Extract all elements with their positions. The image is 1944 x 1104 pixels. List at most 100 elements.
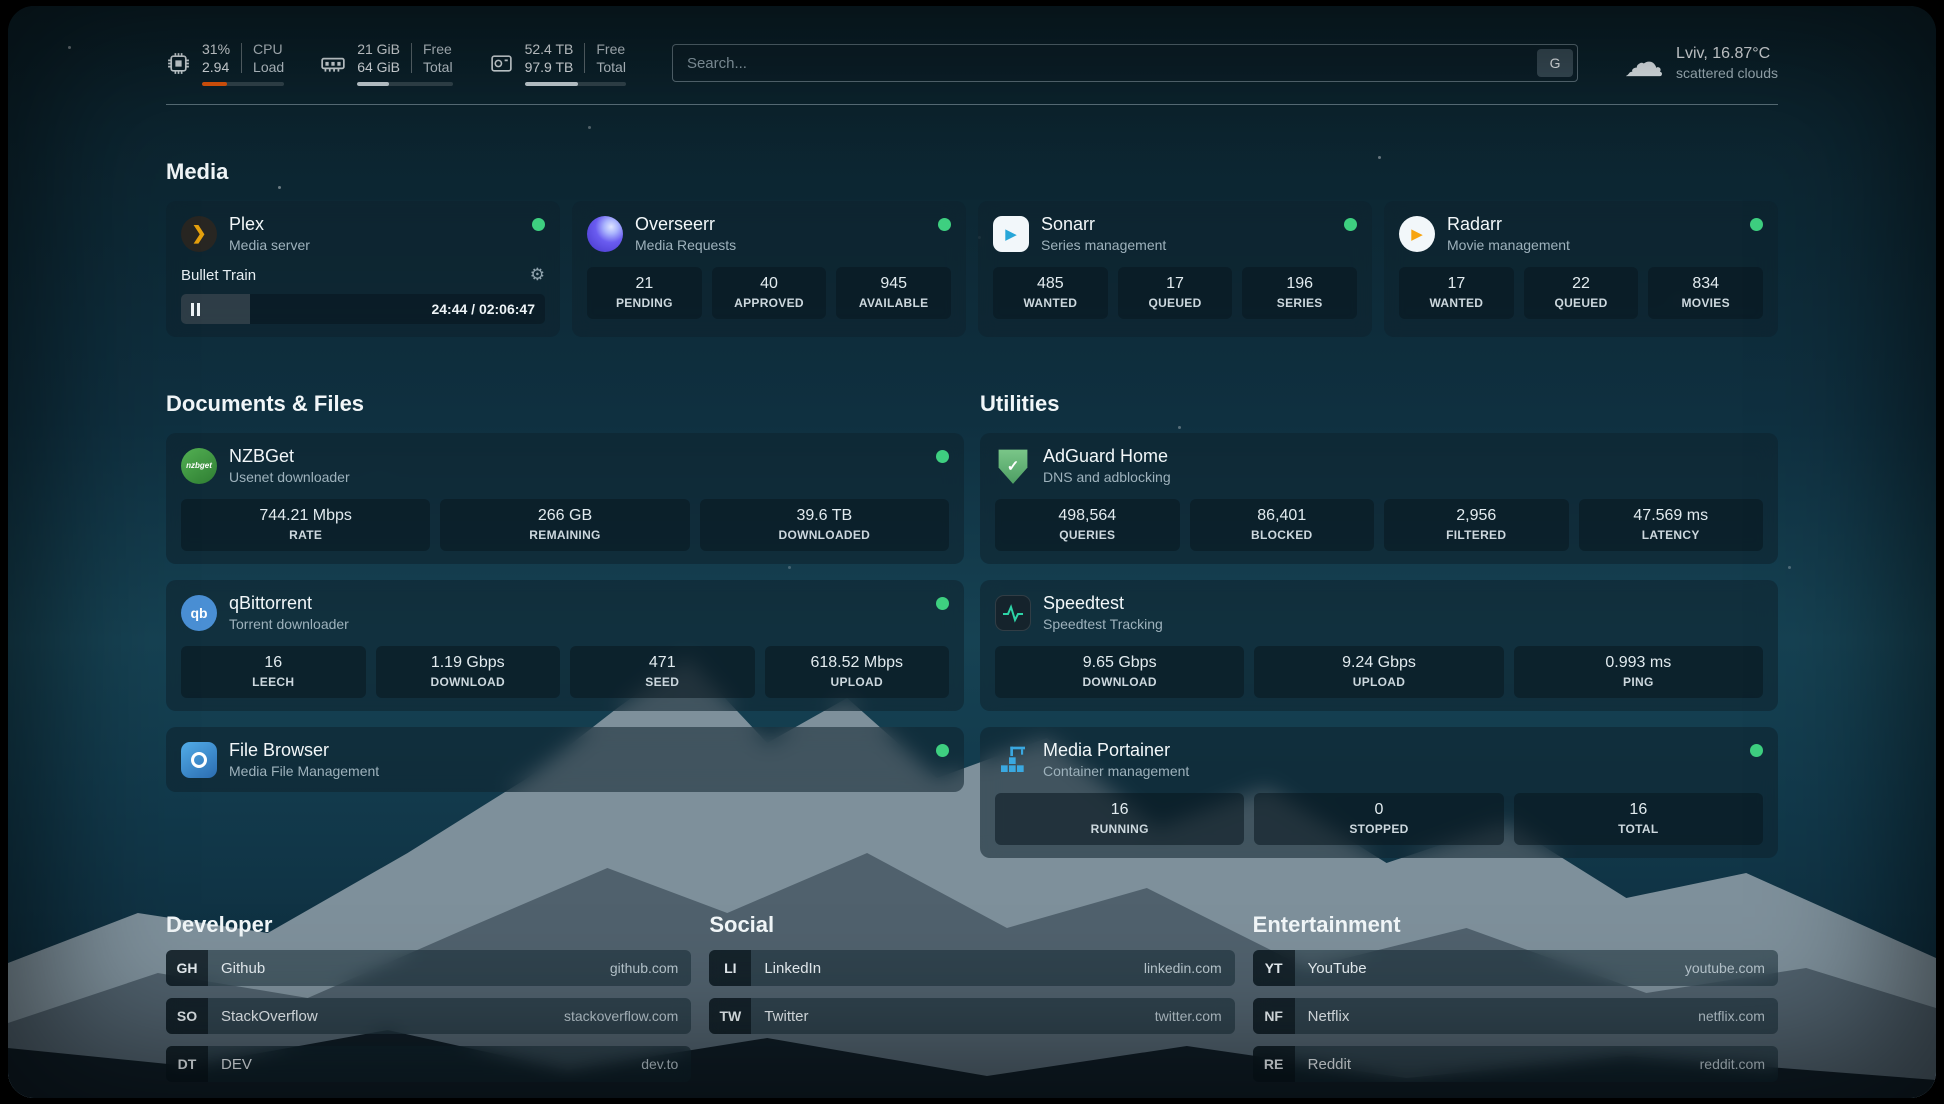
app-card-adguard[interactable]: ✓ AdGuard Home DNS and adblocking 498,56… (980, 433, 1778, 564)
cpu-load-label: Load (253, 58, 284, 76)
app-subtitle: Media Requests (635, 237, 736, 253)
stackoverflow-badge: SO (166, 998, 208, 1034)
cpu-progress-fill (202, 82, 227, 86)
app-card-filebrowser[interactable]: File Browser Media File Management (166, 727, 964, 792)
stat-running: 16 RUNNING (995, 793, 1244, 845)
plex-icon: ❯ (181, 216, 217, 252)
app-name: Plex (229, 214, 310, 235)
stat-download: 1.19 Gbps DOWNLOAD (376, 646, 561, 698)
weather-condition: scattered clouds (1676, 65, 1778, 81)
cpu-load-value: 2.94 (202, 58, 230, 76)
disk-icon (489, 51, 514, 76)
stat-upload: 618.52 Mbps UPLOAD (765, 646, 950, 698)
app-name: Radarr (1447, 214, 1570, 235)
section-title-utilities: Utilities (980, 391, 1778, 417)
disk-free-label: Free (596, 40, 626, 58)
app-card-portainer[interactable]: Media Portainer Container management 16 … (980, 727, 1778, 858)
app-card-speedtest[interactable]: Speedtest Speedtest Tracking 9.65 Gbps D… (980, 580, 1778, 711)
section-title-developer: Developer (166, 912, 691, 938)
speedtest-pulse-icon (995, 595, 1031, 631)
weather-widget: ☁ Lviv, 16.87°C scattered clouds (1624, 43, 1778, 83)
app-subtitle: Torrent downloader (229, 616, 349, 632)
cpu-widget: 31% 2.94 CPU Load (166, 40, 284, 86)
gear-icon[interactable]: ⚙ (530, 265, 545, 285)
link-stackoverflow[interactable]: SO StackOverflow stackoverflow.com (166, 998, 691, 1034)
app-subtitle: Speedtest Tracking (1043, 616, 1163, 632)
memory-icon (320, 50, 346, 76)
app-card-nzbget[interactable]: nzbget NZBGet Usenet downloader 744.21 M… (166, 433, 964, 564)
separator (584, 43, 585, 73)
cpu-icon (166, 51, 191, 76)
cpu-progress-bar (202, 82, 284, 86)
app-subtitle: Container management (1043, 763, 1189, 779)
app-name: qBittorrent (229, 593, 349, 614)
playback-progress-bar[interactable]: 24:44 / 02:06:47 (181, 294, 545, 324)
section-title-entertainment: Entertainment (1253, 912, 1778, 938)
stat-remaining: 266 GB REMAINING (440, 499, 689, 551)
stat-blocked: 86,401 BLOCKED (1190, 499, 1375, 551)
stat-latency: 47.569 ms LATENCY (1579, 499, 1764, 551)
stat-queries: 498,564 QUERIES (995, 499, 1180, 551)
stat-download: 9.65 Gbps DOWNLOAD (995, 646, 1244, 698)
app-name: File Browser (229, 740, 379, 761)
entertainment-column: Entertainment YT YouTube youtube.com NF … (1253, 858, 1778, 1082)
stat-seed: 471 SEED (570, 646, 755, 698)
search-engine-button[interactable]: G (1537, 49, 1573, 77)
developer-column: Developer GH Github github.com SO StackO… (166, 858, 691, 1082)
middle-columns: Documents & Files nzbget NZBGet Usenet d… (166, 337, 1778, 858)
stat-series: 196 SERIES (1242, 267, 1357, 319)
documents-column: Documents & Files nzbget NZBGet Usenet d… (166, 337, 964, 792)
app-name: AdGuard Home (1043, 446, 1171, 467)
memory-free-value: 21 GiB (357, 40, 400, 58)
status-dot (938, 218, 951, 231)
search-input[interactable] (672, 44, 1578, 82)
link-reddit[interactable]: RE Reddit reddit.com (1253, 1046, 1778, 1082)
stat-queued: 22 QUEUED (1524, 267, 1639, 319)
radarr-icon: ▶ (1399, 216, 1435, 252)
header-divider (166, 104, 1778, 105)
stat-total: 16 TOTAL (1514, 793, 1763, 845)
app-subtitle: Usenet downloader (229, 469, 350, 485)
github-badge: GH (166, 950, 208, 986)
sonarr-icon: ▶ (993, 216, 1029, 252)
link-github[interactable]: GH Github github.com (166, 950, 691, 986)
section-title-documents: Documents & Files (166, 391, 964, 417)
media-grid: ❯ Plex Media server Bullet Train ⚙ 24:44… (166, 201, 1778, 337)
bookmarks-grid: Developer GH Github github.com SO StackO… (166, 858, 1778, 1082)
link-dev[interactable]: DT DEV dev.to (166, 1046, 691, 1082)
app-card-sonarr[interactable]: ▶ Sonarr Series management 485 WANTED 17 (978, 201, 1372, 337)
app-name: Speedtest (1043, 593, 1163, 614)
app-name: NZBGet (229, 446, 350, 467)
filebrowser-ring (191, 752, 207, 768)
portainer-crane-icon (995, 742, 1031, 778)
memory-total-label: Total (423, 58, 453, 76)
app-name: Sonarr (1041, 214, 1166, 235)
stat-rate: 744.21 Mbps RATE (181, 499, 430, 551)
app-card-overseerr[interactable]: Overseerr Media Requests 21 PENDING 40 A… (572, 201, 966, 337)
now-playing-title: Bullet Train (181, 267, 256, 284)
link-twitter[interactable]: TW Twitter twitter.com (709, 998, 1234, 1034)
app-card-qbittorrent[interactable]: qb qBittorrent Torrent downloader 16 LEE… (166, 580, 964, 711)
overseerr-icon (587, 216, 623, 252)
play-icon: ▶ (1005, 225, 1017, 243)
pause-icon[interactable] (191, 303, 200, 316)
filebrowser-icon (181, 742, 217, 778)
app-subtitle: Series management (1041, 237, 1166, 253)
social-column: Social LI LinkedIn linkedin.com TW Twitt… (709, 858, 1234, 1034)
link-linkedin[interactable]: LI LinkedIn linkedin.com (709, 950, 1234, 986)
app-card-plex[interactable]: ❯ Plex Media server Bullet Train ⚙ 24:44… (166, 201, 560, 337)
app-name: Overseerr (635, 214, 736, 235)
status-dot (532, 218, 545, 231)
status-dot (1750, 218, 1763, 231)
memory-progress-fill (357, 82, 388, 86)
app-card-radarr[interactable]: ▶ Radarr Movie management 17 WANTED 22 (1384, 201, 1778, 337)
adguard-shield-icon: ✓ (995, 448, 1031, 484)
link-youtube[interactable]: YT YouTube youtube.com (1253, 950, 1778, 986)
memory-total-value: 64 GiB (357, 58, 400, 76)
link-netflix[interactable]: NF Netflix netflix.com (1253, 998, 1778, 1034)
disk-free-value: 52.4 TB (525, 40, 574, 58)
stat-filtered: 2,956 FILTERED (1384, 499, 1569, 551)
section-title-media: Media (166, 159, 1778, 185)
separator (411, 43, 412, 73)
section-title-social: Social (709, 912, 1234, 938)
